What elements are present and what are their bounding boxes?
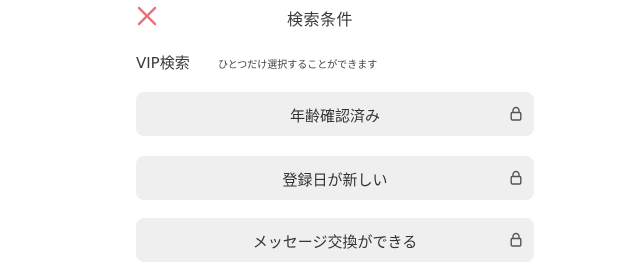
option-label: 年齢確認済み [289,107,380,125]
option-new-registration[interactable]: 登録日が新しい [136,156,534,200]
option-label: メッセージ交換ができる [252,233,418,251]
lock-icon [510,170,522,185]
lock-icon [510,106,522,121]
vip-search-note: ひとつだけ選択することができます [218,60,378,71]
page-title: 検索条件 [286,10,353,29]
option-label: 登録日が新しい [282,171,388,189]
lock-icon [510,232,522,247]
header: 検索条件 [0,0,640,34]
vip-search-section: VIP検索 ひとつだけ選択することができます [136,52,536,74]
vip-search-title: VIP検索 [136,54,190,72]
option-age-verified[interactable]: 年齢確認済み [136,92,534,136]
option-can-exchange-messages[interactable]: メッセージ交換ができる [136,218,534,262]
